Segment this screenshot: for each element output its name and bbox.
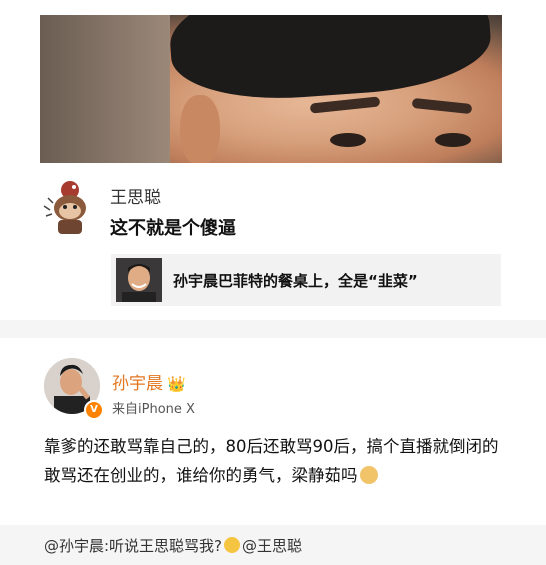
post-source: 来自iPhone X (112, 402, 195, 417)
comment-avatar[interactable] (40, 176, 96, 238)
post-author-label: 孙宇晨 (112, 374, 163, 394)
comment-author-name[interactable]: 王思聪 (110, 183, 161, 208)
section-divider (0, 320, 546, 338)
repost-line: @孙宇晨:听说王思聪骂我? @王思聪 (44, 535, 302, 556)
repost-mention-link[interactable]: @王思聪 (242, 537, 302, 555)
hero-photo (40, 15, 502, 163)
member-crown-icon: 👑 (167, 375, 186, 393)
smile-emoji-icon (224, 537, 241, 553)
doge-emoji-icon (359, 466, 378, 484)
post-body-text: 靠爹的还敢骂靠自己的，80后还敢骂90后，搞个直播就倒闭的敢骂还在创业的，谁给你… (44, 437, 499, 485)
post-author-name[interactable]: 孙宇晨 👑 (112, 369, 186, 394)
quoted-post-thumbnail (116, 258, 162, 302)
repost-prefix[interactable]: @孙宇晨:听说王思聪骂我? (44, 537, 222, 555)
quoted-post-card[interactable]: 孙宇晨巴菲特的餐桌上，全是“韭菜” (111, 254, 501, 306)
post-body: 靠爹的还敢骂靠自己的，80后还敢骂90后，搞个直播就倒闭的敢骂还在创业的，谁给你… (44, 432, 504, 490)
verified-badge: V (84, 400, 104, 420)
quoted-post-text: 孙宇晨巴菲特的餐桌上，全是“韭菜” (173, 272, 418, 290)
comment-text: 这不就是个傻逼 (110, 218, 236, 239)
